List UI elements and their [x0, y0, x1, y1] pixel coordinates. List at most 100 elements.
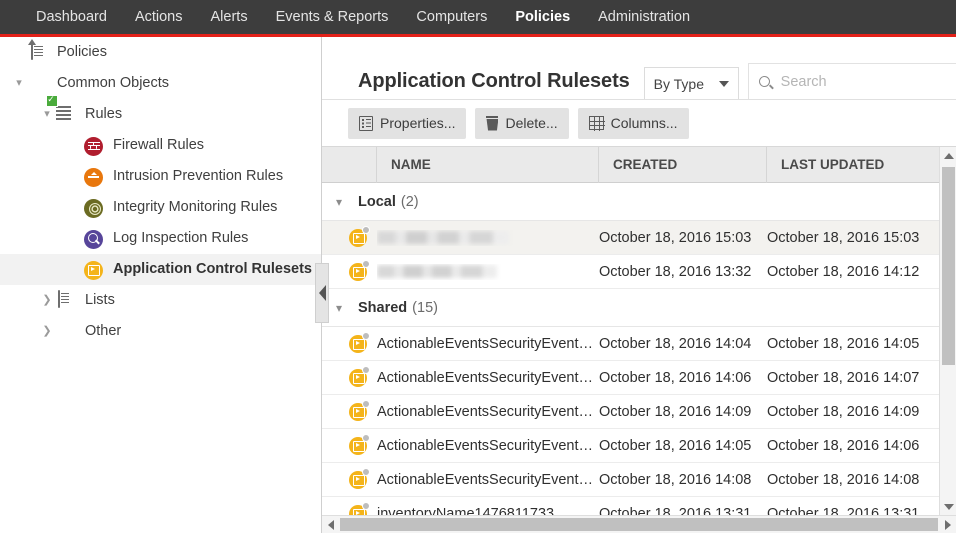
cell-created: October 18, 2016 15:03 — [599, 230, 767, 246]
sidebar-item-policies[interactable]: Policies — [0, 37, 321, 68]
nav-item-alerts[interactable]: Alerts — [197, 0, 262, 36]
table-row[interactable]: October 18, 2016 13:32October 18, 2016 1… — [322, 255, 956, 289]
log-inspection-rules-icon — [84, 229, 104, 249]
twisty-spacer — [66, 202, 84, 213]
table-row[interactable]: inventoryName1476811733 October 18, 2016 … — [322, 497, 956, 515]
row-icon-cell — [322, 263, 377, 281]
policies-icon — [28, 43, 48, 63]
triangle-down-icon — [944, 504, 954, 510]
scroll-left-button[interactable] — [322, 516, 339, 533]
columns-button[interactable]: Columns... — [578, 108, 689, 139]
vertical-scrollbar-thumb[interactable] — [942, 167, 955, 365]
delete-button[interactable]: Delete... — [475, 108, 568, 139]
gear-badge-icon — [362, 226, 370, 234]
content-header: Application Control Rulesets By Type — [322, 37, 956, 100]
sidebar-item-integrity-monitoring-rules[interactable]: Integrity Monitoring Rules — [0, 192, 321, 223]
table-group-row[interactable]: ▾Shared(15) — [322, 289, 956, 327]
cell-name: inventoryName1476811733 — [377, 506, 599, 516]
table-body: ▾Local(2)October 18, 2016 15:03October 1… — [322, 183, 956, 515]
nav-item-policies[interactable]: Policies — [501, 0, 584, 36]
action-toolbar: Properties... Delete... Columns... — [322, 100, 956, 146]
group-count: (15) — [412, 300, 438, 316]
application-control-ruleset-icon — [349, 263, 367, 281]
trash-icon — [486, 116, 498, 131]
cell-last-updated: October 18, 2016 14:05 — [767, 336, 952, 352]
twisty-spacer — [10, 47, 28, 58]
sidebar-item-label: Lists — [85, 293, 115, 308]
horizontal-scrollbar[interactable] — [322, 515, 956, 533]
search-icon — [759, 76, 770, 87]
sidebar-item-intrusion-prevention-rules[interactable]: Intrusion Prevention Rules — [0, 161, 321, 192]
sidebar-item-log-inspection-rules[interactable]: Log Inspection Rules — [0, 223, 321, 254]
common-objects-icon — [28, 74, 48, 94]
button-label: Delete... — [505, 115, 557, 131]
properties-button[interactable]: Properties... — [348, 108, 466, 139]
vertical-scrollbar[interactable] — [939, 147, 956, 515]
cell-name: ActionableEventsSecurityEvent… — [377, 472, 599, 488]
sidebar-item-firewall-rules[interactable]: Firewall Rules — [0, 130, 321, 161]
table-group-row[interactable]: ▾Local(2) — [322, 183, 956, 221]
nav-item-events-reports[interactable]: Events & Reports — [262, 0, 403, 36]
table-row[interactable]: ActionableEventsSecurityEvent…October 18… — [322, 361, 956, 395]
cell-last-updated: October 18, 2016 13:31 — [767, 506, 952, 516]
chevron-down-icon[interactable]: ▾ — [336, 301, 358, 315]
nav-item-administration[interactable]: Administration — [584, 0, 704, 36]
triangle-left-icon — [328, 520, 334, 530]
horizontal-scrollbar-thumb[interactable] — [340, 518, 938, 531]
search-box[interactable] — [748, 63, 956, 99]
chevron-down-icon[interactable]: ▾ — [336, 195, 358, 209]
nav-item-computers[interactable]: Computers — [402, 0, 501, 36]
application-control-ruleset-icon — [349, 369, 367, 387]
table-header-created[interactable]: CREATED — [599, 147, 767, 183]
application-control-rulesets-icon-glyph — [84, 261, 103, 280]
table-row[interactable]: ActionableEventsSecurityEvent…October 18… — [322, 327, 956, 361]
sidebar-item-application-control-rulesets[interactable]: Application Control Rulesets — [0, 254, 321, 285]
table-row[interactable]: ActionableEventsSecurityEvent…October 18… — [322, 463, 956, 497]
grouping-dropdown[interactable]: By Type — [644, 67, 739, 99]
scroll-up-button[interactable] — [940, 147, 956, 164]
log-inspection-rules-icon-glyph — [84, 230, 103, 249]
row-icon-cell — [322, 369, 377, 387]
button-label: Properties... — [380, 115, 455, 131]
chevron-down-icon[interactable]: ▾ — [10, 78, 28, 89]
top-navigation-bar: DashboardActionsAlertsEvents & ReportsCo… — [0, 0, 956, 37]
sidebar-item-other[interactable]: ❯Other — [0, 316, 321, 347]
cell-created: October 18, 2016 13:32 — [599, 264, 767, 280]
cell-created: October 18, 2016 14:05 — [599, 438, 767, 454]
table-row[interactable]: ActionableEventsSecurityEvent…October 18… — [322, 429, 956, 463]
cell-name — [377, 230, 599, 246]
search-input[interactable] — [779, 73, 956, 91]
chevron-down-icon[interactable]: ▾ — [38, 109, 56, 120]
sidebar-item-rules[interactable]: ▾✓Rules — [0, 99, 321, 130]
cell-name: ActionableEventsSecurityEvent… — [377, 438, 599, 454]
table-row[interactable]: October 18, 2016 15:03October 18, 2016 1… — [322, 221, 956, 255]
gear-badge-icon — [362, 260, 370, 268]
application-control-ruleset-icon — [349, 471, 367, 489]
table-header-icon-column — [322, 147, 377, 183]
application-control-ruleset-icon — [349, 335, 367, 353]
nav-item-actions[interactable]: Actions — [121, 0, 197, 36]
cell-last-updated: October 18, 2016 14:08 — [767, 472, 952, 488]
nav-item-dashboard[interactable]: Dashboard — [22, 0, 121, 36]
sidebar-item-label: Policies — [57, 45, 107, 60]
cell-last-updated: October 18, 2016 15:03 — [767, 230, 952, 246]
firewall-rules-icon-glyph — [84, 137, 103, 156]
chevron-right-icon[interactable]: ❯ — [38, 295, 56, 306]
gear-badge-icon — [362, 468, 370, 476]
gear-badge-icon — [362, 366, 370, 374]
row-icon-cell — [322, 335, 377, 353]
rules-icon: ✓ — [56, 105, 76, 125]
sidebar-tree-panel: Policies▾Common Objects▾✓Rules Firewall … — [0, 37, 322, 533]
sidebar-item-lists[interactable]: ❯ Lists — [0, 285, 321, 316]
table-header-name[interactable]: NAME — [377, 147, 599, 183]
table-row[interactable]: ActionableEventsSecurityEvent…October 18… — [322, 395, 956, 429]
table-header-last-updated[interactable]: LAST UPDATED — [767, 147, 952, 183]
triangle-up-icon — [944, 153, 954, 159]
panel-collapse-handle[interactable] — [315, 263, 329, 323]
application-control-ruleset-icon — [349, 403, 367, 421]
chevron-right-icon[interactable]: ❯ — [38, 326, 56, 337]
gear-badge-icon — [362, 502, 370, 510]
scroll-down-button[interactable] — [940, 498, 956, 515]
cell-created: October 18, 2016 14:08 — [599, 472, 767, 488]
scroll-right-button[interactable] — [939, 516, 956, 533]
